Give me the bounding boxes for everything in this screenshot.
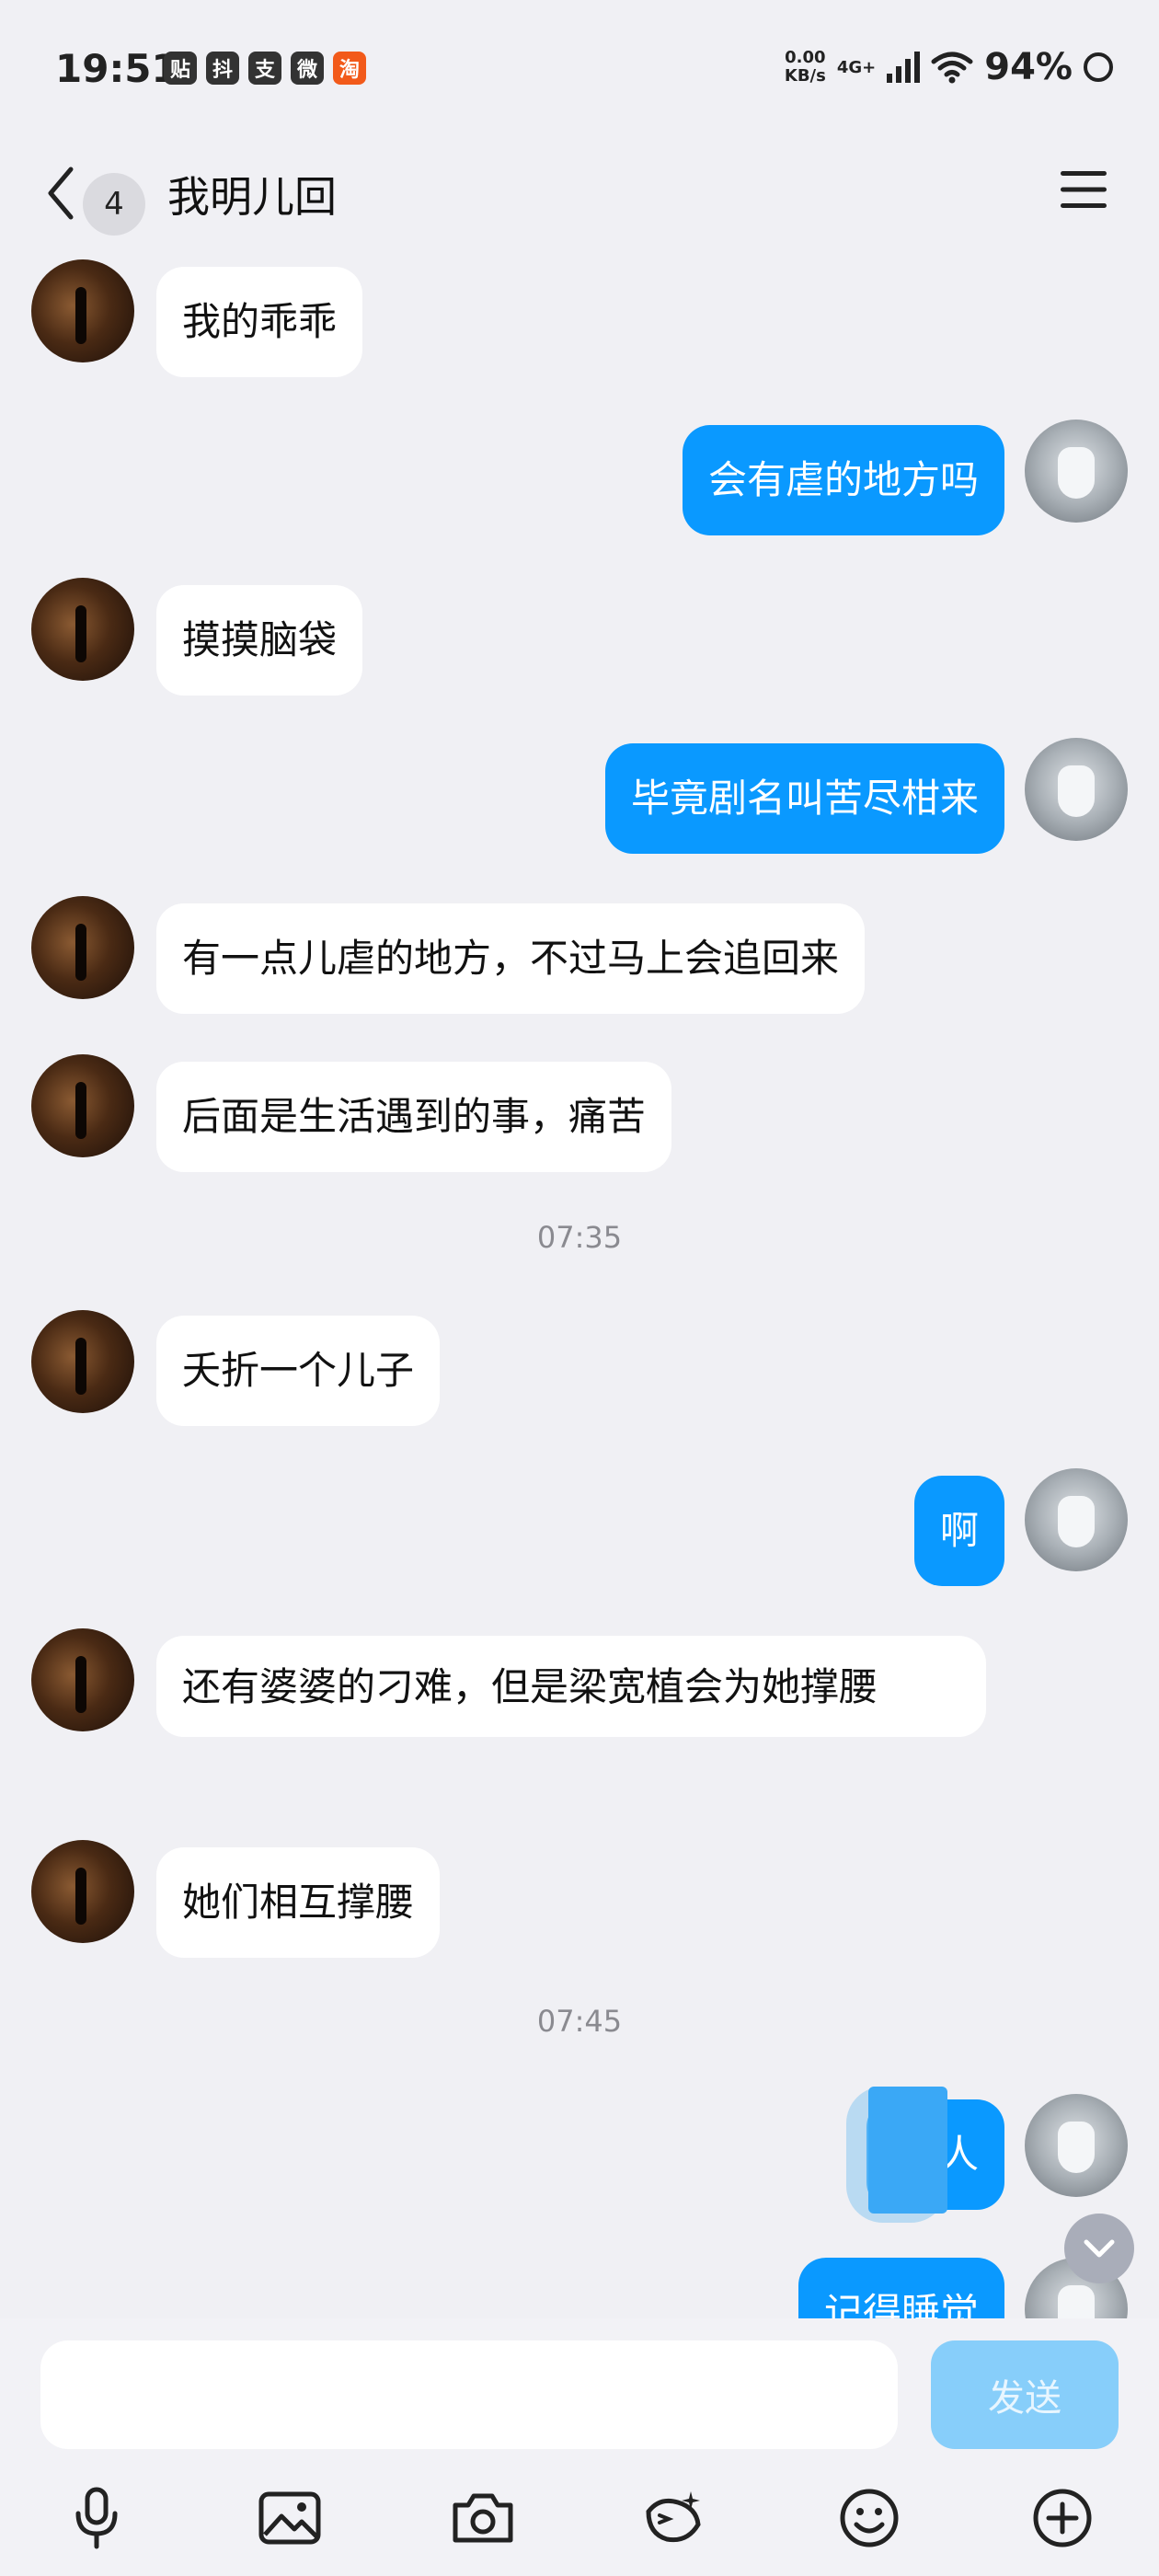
chat-header: 4 我明儿回 [0,138,1159,248]
status-time: 19:51 [55,46,178,91]
camera-button[interactable] [442,2477,524,2559]
emoji-icon [840,2489,899,2547]
signal-icon [887,52,921,83]
sticker-icon [646,2491,701,2543]
status-indicators: 0.00 KB/s 4G+ 94% [785,46,1113,88]
message-bubble-received[interactable]: 后面是生活遇到的事，痛苦 [156,1062,672,1172]
image-icon [258,2491,321,2545]
self-avatar[interactable] [1025,1468,1128,1571]
self-avatar[interactable] [1025,2094,1128,2197]
contact-avatar[interactable] [31,1310,134,1413]
unread-count-badge[interactable]: 4 [83,173,145,236]
message-bubble-received[interactable]: 还有婆婆的刁难，但是梁宽植会为她撑腰 [156,1636,986,1737]
plus-icon [1033,2489,1092,2547]
message-bubble-received[interactable]: 我的乖乖 [156,267,363,377]
wifi-icon [931,52,973,84]
contact-avatar[interactable] [31,1840,134,1943]
message-bubble-received[interactable]: 摸摸脑袋 [156,585,363,696]
contact-avatar[interactable] [31,1054,134,1157]
message-bubble-received[interactable]: 有一点儿虐的地方，不过马上会追回来 [156,903,866,1014]
contact-avatar[interactable] [31,1628,134,1731]
status-bar: 19:51 贴 抖 支 微 淘 0.00 KB/s 4G+ 94% [0,0,1159,138]
wechat-notification-icon: 微 [291,52,324,85]
message-bubble-sent[interactable]: 毕竟剧名叫苦尽柑来 [604,743,1004,854]
network-speed: 0.00 KB/s [784,48,826,86]
input-toolbar [0,2477,1159,2569]
message-bubble-sent[interactable]: 会有虐的地方吗 [682,425,1004,535]
message-input[interactable] [40,2340,898,2449]
input-area: 发送 [0,2318,1159,2576]
message-bubble-sent[interactable]: 啊 [913,1476,1004,1586]
taobao-notification-icon: 淘 [333,52,366,85]
contact-avatar[interactable] [31,896,134,999]
hamburger-menu-icon [1061,171,1107,208]
more-button[interactable] [1021,2477,1104,2559]
message-bubble-received[interactable]: 夭折一个儿子 [156,1316,441,1426]
photo-button[interactable] [248,2477,331,2559]
contact-avatar[interactable] [31,578,134,681]
self-avatar[interactable] [1025,738,1128,841]
back-button[interactable] [33,147,88,239]
self-avatar[interactable] [1025,420,1128,523]
battery-icon [1084,52,1113,82]
chevron-left-icon [48,167,74,220]
send-button[interactable]: 发送 [931,2340,1119,2449]
overlay-block [868,2087,947,2214]
message-timestamp: 07:35 [536,1220,623,1255]
alipay-notification-icon: 支 [248,52,281,85]
chat-title: 我明儿回 [167,172,337,222]
sticker-button[interactable] [633,2477,716,2559]
message-timestamp: 07:45 [536,2004,623,2039]
menu-button[interactable] [1050,156,1117,223]
chevron-down-icon [1084,2239,1115,2258]
notification-icons: 贴 抖 支 微 淘 [164,52,366,85]
douyin-notification-icon: 抖 [206,52,239,85]
battery-percent: 94% [984,46,1073,88]
tieba-notification-icon: 贴 [164,52,197,85]
contact-avatar[interactable] [31,259,134,362]
camera-icon [453,2493,513,2543]
message-list[interactable]: 我的乖乖 会有虐的地方吗 摸摸脑袋 毕竟剧名叫苦尽柑来 有一点儿虐的地方，不过马… [0,248,1159,2318]
message-bubble-sent[interactable]: 记得睡觉 [798,2258,1004,2318]
scroll-to-bottom-button[interactable] [1064,2214,1134,2283]
emoji-button[interactable] [828,2477,911,2559]
microphone-icon [75,2487,118,2549]
voice-button[interactable] [55,2477,138,2559]
message-bubble-received[interactable]: 她们相互撑腰 [156,1847,441,1958]
network-type: 4G+ [836,57,877,77]
